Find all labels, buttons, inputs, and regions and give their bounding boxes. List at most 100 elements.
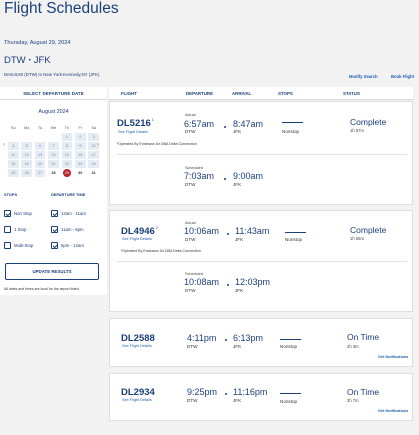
calendar-day[interactable]: 25 [8,169,19,178]
time-option-label: 12am - 11am [61,211,86,216]
actual-arrival-time: 11:43am [235,226,270,236]
calendar-day[interactable]: 7 [48,141,59,150]
see-flight-details-link[interactable]: See Flight Details [122,344,152,348]
time-checkbox[interactable] [51,226,58,233]
stops-heading: STOPS [4,192,18,197]
scheduled-departure-time: 10:08am [184,277,220,287]
calendar-day[interactable]: 21 [48,159,59,168]
calendar-day[interactable]: 6 [34,141,46,150]
stops-value: Nonstop [280,344,298,349]
calendar-day[interactable]: 2 [74,132,86,141]
calendar-day[interactable]: 5 [21,141,32,150]
calendar-day[interactable]: 11 [8,150,19,159]
stop-checkbox[interactable] [4,242,11,249]
calendar-prev-icon[interactable]: ‹ [3,142,5,148]
calendar-day[interactable]: 18 [8,159,19,168]
calendar-day[interactable]: 9 [74,141,86,150]
nonstop-line-icon [285,232,306,233]
scheduled-label: Scheduled [185,272,203,276]
calendar-grid: Su Mo Tu We Th Fr Sa 1 2 3 4 5 6 7 8 9 10 11 12 13 14 15 16 17 1… [8,123,99,178]
calendar-day[interactable]: 12 [21,150,32,159]
calendar-next-icon[interactable]: › [97,142,99,148]
flight-status: On Time [347,332,380,342]
calendar-day[interactable]: 26 [21,169,32,178]
col-departure: DEPARTURE [186,91,213,96]
see-flight-details-link[interactable]: See Flight Details [122,237,152,241]
actual-departure-time: 10:06am [184,226,220,236]
route-heading: DTW • JFK [4,55,51,66]
calendar-day[interactable]: 8 [61,141,73,150]
calendar-day[interactable]: 24 [88,159,99,168]
flight-duration: 2h 7m [347,398,359,403]
select-departure-date-heading: SELECT DEPARTURE DATE [0,87,107,100]
calendar-day[interactable]: 4 [8,141,19,150]
calendar-day[interactable]: 15 [61,150,73,159]
calendar-day[interactable]: 20 [34,159,46,168]
see-flight-details-link[interactable]: See Flight Details [118,130,148,134]
calendar-day[interactable]: 3 [88,132,99,141]
flight-number[interactable]: DL2934 [121,387,155,398]
get-notifications-link[interactable]: Get Notifications [378,409,408,413]
time-checkbox[interactable] [51,210,58,217]
departure-airport: DTW [187,398,198,403]
arrival-airport: JFK [233,182,242,187]
update-results-button[interactable]: UPDATE RESULTS [5,263,99,280]
route-dot-icon [224,126,226,128]
local-time-note: All dates and times are local for the ai… [4,287,80,291]
calendar-day[interactable]: 30 [75,169,86,177]
arrival-airport: JFK [233,129,242,134]
arrival-time: 11:16pm [233,387,268,397]
actual-label: Actual [185,221,196,225]
departure-time: 4:11pm [187,333,217,343]
calendar-day[interactable]: 17 [88,150,99,159]
nonstop-line-icon [282,122,303,123]
calendar-week-row: 25 26 27 28 29 30 31 [8,168,99,178]
col-stops: STOPS [278,91,293,96]
calendar-day[interactable]: 27 [34,169,46,178]
calendar-day[interactable]: 14 [48,150,59,159]
departure-airport: DTW [185,129,196,134]
flight-card: DL52161 See Flight Details Actual 6:57am… [109,101,413,205]
calendar-day[interactable]: 19 [21,159,32,168]
stop-checkbox[interactable] [4,226,11,233]
see-flight-details-link[interactable]: See Flight Details [122,398,152,402]
calendar-day[interactable]: 1 [61,132,73,141]
flight-number[interactable]: DL49462 [121,226,158,237]
stops-value: Nonstop [282,129,300,134]
stop-option-label: Non Stop [14,211,32,216]
weekday-label: We [50,125,57,130]
weekday-label: Fr [78,125,83,130]
operated-by-note: ²Operated By Endeavor Air DBA Delta Conn… [121,249,201,253]
route-separator-icon: • [28,58,31,64]
book-flight-link[interactable]: Book Flight [391,74,414,79]
calendar-empty-cell [21,133,32,141]
calendar-day[interactable]: 28 [48,169,59,177]
calendar-empty-cell [35,133,46,141]
col-status: STATUS [343,91,360,96]
stops-value: Nonstop [285,237,303,242]
modify-search-link[interactable]: Modify Search [349,74,378,79]
stop-checkbox[interactable] [4,210,11,217]
calendar-day[interactable]: 31 [88,169,99,177]
calendar-day[interactable]: 13 [34,150,46,159]
weekday-label: Sa [91,125,96,130]
calendar-day-selected[interactable]: 29 [62,169,73,178]
flight-number[interactable]: DL52161 [117,118,154,129]
weekday-label: Mo [24,125,30,130]
route-dot-icon [225,339,227,341]
scheduled-label: Scheduled [185,166,203,170]
get-notifications-link[interactable]: Get Notifications [378,355,408,359]
col-flight: FLIGHT [121,91,137,96]
calendar-day[interactable]: 22 [61,159,73,168]
time-checkbox[interactable] [51,242,58,249]
nonstop-line-icon [280,339,301,340]
departure-time-heading: DEPARTURE TIME [51,192,86,197]
flight-number[interactable]: DL2588 [121,333,155,344]
route-dot-icon [224,178,226,180]
arrival-time: 6:13pm [233,333,264,343]
calendar-day[interactable]: 16 [74,150,86,159]
departure-time: 9:25pm [187,387,218,397]
calendar-day[interactable]: 23 [74,159,86,168]
col-arrival: ARRIVAL [232,91,252,96]
scheduled-arrival-time: 12:03pm [235,277,271,287]
